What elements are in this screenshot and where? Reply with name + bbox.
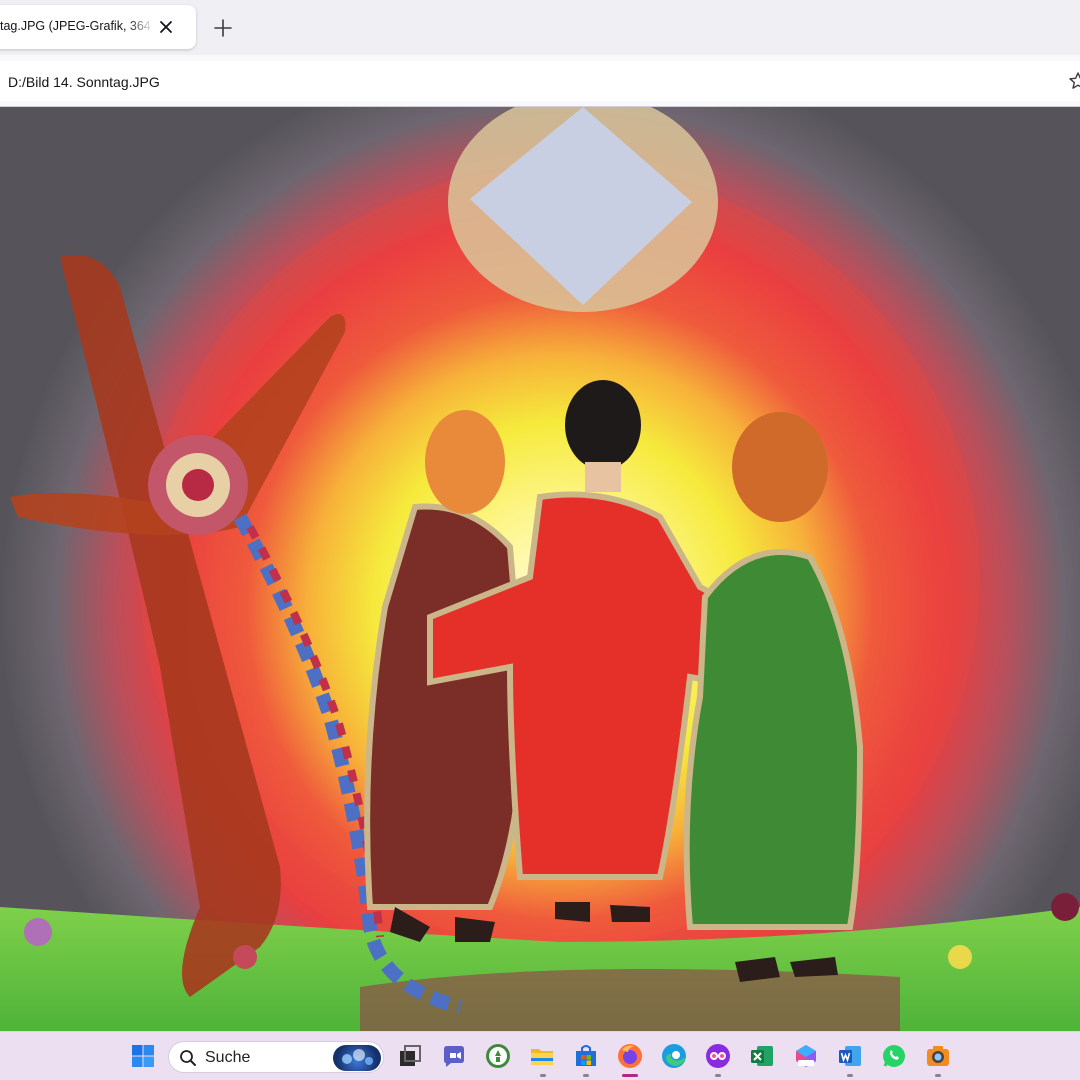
whatsapp-icon[interactable]: [880, 1042, 908, 1070]
search-placeholder: Suche: [205, 1049, 251, 1066]
store-icon[interactable]: [572, 1042, 600, 1070]
painting: [0, 107, 1080, 1031]
running-indicator-active: [622, 1074, 638, 1077]
taskbar: Suche: [0, 1031, 1080, 1080]
active-tab[interactable]: tag.JPG (JPEG-Grafik, 3648 × 27: [0, 5, 196, 49]
figure-middle-head: [565, 380, 641, 470]
excel-icon[interactable]: [748, 1042, 776, 1070]
file-explorer-icon[interactable]: [528, 1042, 556, 1070]
search-icon: [180, 1050, 196, 1066]
figure-right-head: [732, 412, 828, 522]
windows-start-icon[interactable]: [129, 1042, 157, 1070]
tab-title-fade: [128, 15, 154, 39]
teams-icon[interactable]: [440, 1042, 468, 1070]
copilot-icon[interactable]: [704, 1042, 732, 1070]
running-indicator: [715, 1074, 721, 1077]
task-view-icon[interactable]: [396, 1042, 424, 1070]
taskbar-search[interactable]: Suche: [168, 1041, 384, 1073]
address-bar[interactable]: [0, 61, 1080, 101]
search-highlight-badge: [333, 1045, 381, 1071]
m365-icon[interactable]: [792, 1042, 820, 1070]
figure-right-robe: [683, 549, 864, 930]
star-icon[interactable]: [1068, 71, 1080, 91]
plus-icon[interactable]: [212, 17, 234, 39]
running-indicator: [583, 1074, 589, 1077]
image-viewport[interactable]: [0, 107, 1080, 1031]
camera-icon[interactable]: [924, 1042, 952, 1070]
running-indicator: [935, 1074, 941, 1077]
word-icon[interactable]: [836, 1042, 864, 1070]
figure-left-head: [425, 410, 505, 514]
address-bar-url[interactable]: D:/Bild 14. Sonntag.JPG: [8, 74, 160, 90]
firefox-icon[interactable]: [616, 1042, 644, 1070]
running-indicator: [540, 1074, 546, 1077]
flower: [24, 918, 52, 946]
tab-strip: tag.JPG (JPEG-Grafik, 3648 × 27: [0, 0, 1080, 55]
navigation-bar: D:/Bild 14. Sonntag.JPG: [0, 55, 1080, 107]
running-indicator: [847, 1074, 853, 1077]
close-icon[interactable]: [156, 17, 176, 37]
edge-icon[interactable]: [660, 1042, 688, 1070]
app-icon[interactable]: [484, 1042, 512, 1070]
